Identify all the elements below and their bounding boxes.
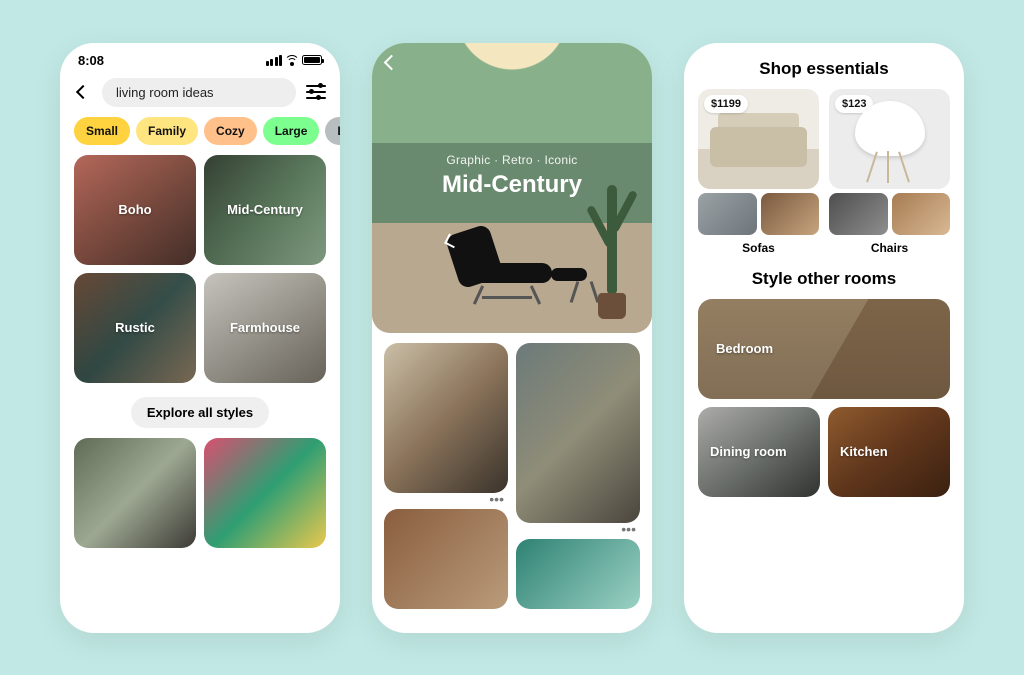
filters-button[interactable] — [306, 84, 326, 100]
product-image: $123 — [829, 89, 950, 189]
product-thumbnails — [829, 193, 950, 235]
style-tile-rustic[interactable]: Rustic — [74, 273, 196, 383]
back-button[interactable] — [386, 57, 397, 68]
room-label: Kitchen — [840, 444, 888, 459]
pin-more-icon[interactable]: ••• — [516, 525, 640, 533]
search-bar-row: living room ideas — [60, 74, 340, 117]
hero-illustration — [442, 215, 582, 305]
status-bar: 8:08 — [60, 43, 340, 74]
related-pins-feed: ••• ••• — [372, 333, 652, 619]
search-input[interactable]: living room ideas — [102, 78, 296, 107]
rooms-heading: Style other rooms — [698, 269, 950, 289]
hero-tagline: Graphic · Retro · Iconic — [372, 153, 652, 167]
product-card-chairs[interactable]: $123 Chairs — [829, 89, 950, 255]
phone-style-detail: Graphic · Retro · Iconic Mid-Century •••… — [372, 43, 652, 633]
shop-heading: Shop essentials — [698, 59, 950, 79]
tile-label: Rustic — [115, 320, 155, 335]
feed-pin[interactable] — [516, 343, 640, 523]
filter-chip-row: Small Family Cozy Large Layout — [60, 117, 340, 155]
filter-chip-family[interactable]: Family — [136, 117, 198, 145]
phone-search-results: 8:08 living room ideas Small Family Cozy… — [60, 43, 340, 633]
style-tile-boho[interactable]: Boho — [74, 155, 196, 265]
chevron-left-icon — [78, 87, 88, 97]
back-button[interactable] — [74, 83, 92, 101]
product-label: Sofas — [698, 241, 819, 255]
room-tile-dining[interactable]: Dining room — [698, 407, 820, 497]
clock-text: 8:08 — [78, 53, 104, 68]
status-icons — [266, 55, 323, 66]
filter-chip-large[interactable]: Large — [263, 117, 320, 145]
filter-chip-cozy[interactable]: Cozy — [204, 117, 257, 145]
feed-pin[interactable] — [384, 509, 508, 609]
room-label: Bedroom — [716, 341, 773, 356]
room-tile-kitchen[interactable]: Kitchen — [828, 407, 950, 497]
style-tile-grid: Boho Mid-Century Rustic Farmhouse — [60, 155, 340, 383]
shop-products-row: $1199 Sofas $123 Chairs — [698, 89, 950, 255]
room-tile-bedroom[interactable]: Bedroom — [698, 299, 950, 399]
tile-label: Mid-Century — [227, 202, 303, 217]
product-image: $1199 — [698, 89, 819, 189]
feed-pin[interactable] — [516, 539, 640, 609]
product-thumbnails — [698, 193, 819, 235]
feed-grid — [60, 438, 340, 548]
tile-label: Boho — [118, 202, 151, 217]
style-hero[interactable]: Graphic · Retro · Iconic Mid-Century — [372, 43, 652, 333]
price-badge: $1199 — [704, 95, 748, 113]
thumbnail[interactable] — [761, 193, 820, 235]
phone-shop-rooms: Shop essentials $1199 Sofas $123 — [684, 43, 964, 633]
product-label: Chairs — [829, 241, 950, 255]
pin-more-icon[interactable]: ••• — [384, 495, 508, 503]
rooms-section: Bedroom Dining room Kitchen — [698, 299, 950, 497]
wifi-icon — [285, 55, 299, 66]
feed-pin[interactable] — [384, 343, 508, 493]
tile-label: Farmhouse — [230, 320, 300, 335]
room-label: Dining room — [710, 444, 787, 459]
style-tile-farmhouse[interactable]: Farmhouse — [204, 273, 326, 383]
thumbnail[interactable] — [698, 193, 757, 235]
style-tile-midcentury[interactable]: Mid-Century — [204, 155, 326, 265]
thumbnail[interactable] — [892, 193, 951, 235]
filter-chip-layout[interactable]: Layout — [325, 117, 340, 145]
hero-illustration-plant — [592, 169, 632, 319]
cellular-icon — [266, 55, 283, 66]
filter-chip-small[interactable]: Small — [74, 117, 130, 145]
battery-icon — [302, 55, 322, 65]
feed-pin[interactable] — [204, 438, 326, 548]
feed-pin[interactable] — [74, 438, 196, 548]
product-card-sofas[interactable]: $1199 Sofas — [698, 89, 819, 255]
thumbnail[interactable] — [829, 193, 888, 235]
explore-all-styles-button[interactable]: Explore all styles — [131, 397, 269, 428]
